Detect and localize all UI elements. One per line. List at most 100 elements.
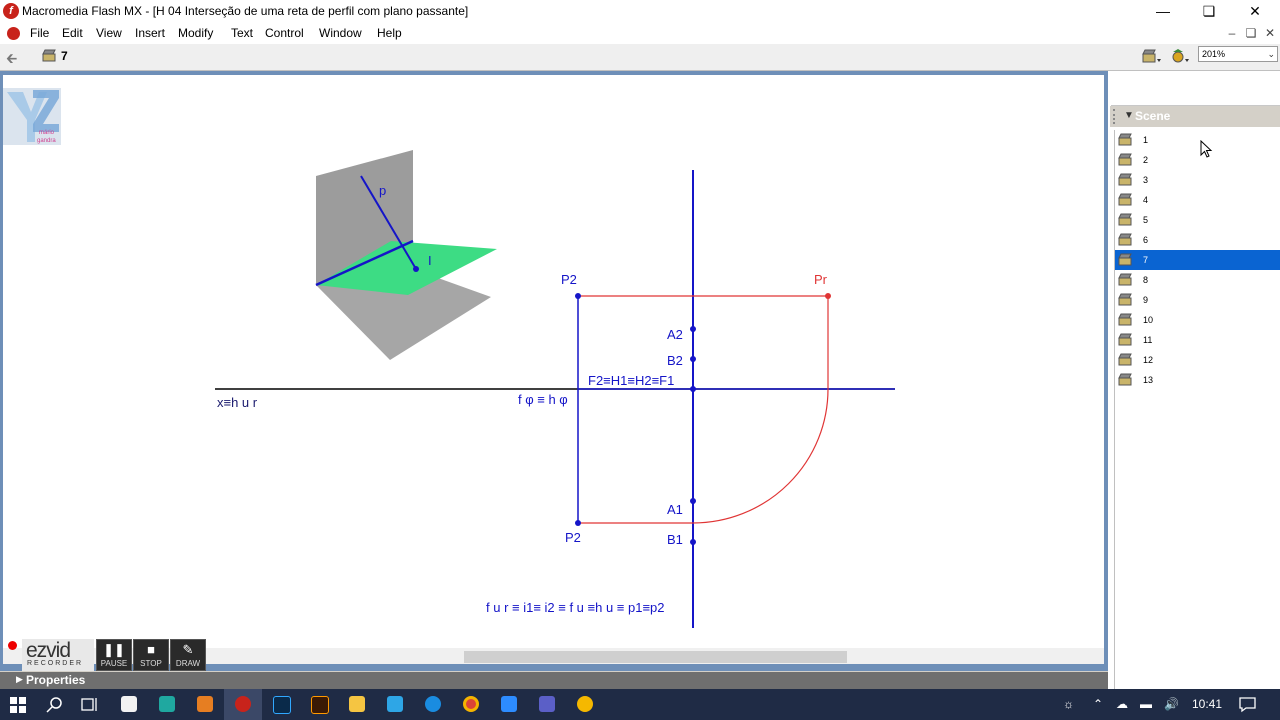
- notifications-icon[interactable]: [1239, 696, 1256, 713]
- clapper-icon: [1118, 133, 1132, 146]
- author-logo: mário gandra: [3, 88, 61, 145]
- clapper-icon: [1118, 293, 1132, 306]
- zoom-app-icon[interactable]: [501, 696, 517, 712]
- menu-file[interactable]: File: [30, 26, 49, 40]
- search-icon[interactable]: [46, 696, 63, 713]
- flash-app-icon: f: [3, 3, 19, 19]
- zoom-select[interactable]: 201% ⌄: [1198, 46, 1278, 62]
- doc-close-icon[interactable]: ✕: [1262, 26, 1278, 40]
- rebatement-arc: [692, 388, 829, 524]
- menu-insert[interactable]: Insert: [135, 26, 165, 40]
- menu-control[interactable]: Control: [265, 26, 304, 40]
- draw-label: DRAW: [175, 659, 201, 668]
- scene-item[interactable]: 2: [1115, 150, 1280, 170]
- label-fphi: f φ ≡ h φ: [518, 392, 568, 407]
- scene-item[interactable]: 10: [1115, 310, 1280, 330]
- panel-top-area: [1111, 75, 1280, 106]
- label-p: p: [379, 183, 386, 198]
- minimize-button[interactable]: —: [1140, 0, 1186, 23]
- scene-panel-header[interactable]: ▼ Scene: [1110, 106, 1280, 127]
- scene-item[interactable]: 5: [1115, 210, 1280, 230]
- point-f2: [690, 386, 696, 392]
- scene-item[interactable]: 9: [1115, 290, 1280, 310]
- scene-item[interactable]: 7: [1115, 250, 1280, 270]
- stage-canvas[interactable]: p I P2 Pr A2 B2 F2≡H1≡H2≡F1 x≡h u r f φ …: [3, 75, 1104, 648]
- scene-item[interactable]: 12: [1115, 350, 1280, 370]
- calculator-app-icon[interactable]: [159, 696, 175, 712]
- scene-item-label: 7: [1143, 255, 1149, 265]
- teams-app-icon[interactable]: [539, 696, 555, 712]
- scene-item[interactable]: 4: [1115, 190, 1280, 210]
- point-b2: [690, 356, 696, 362]
- app-icon-blue[interactable]: [387, 696, 403, 712]
- illustrator-icon[interactable]: [311, 696, 329, 714]
- scene-item[interactable]: 6: [1115, 230, 1280, 250]
- document-icon[interactable]: [7, 27, 20, 40]
- scene-item[interactable]: 3: [1115, 170, 1280, 190]
- back-arrow-icon[interactable]: 🡰: [6, 48, 17, 72]
- edit-symbols-icon[interactable]: [1170, 48, 1190, 64]
- close-button[interactable]: ✕: [1232, 0, 1278, 23]
- properties-panel-bar[interactable]: ▶ Properties: [0, 672, 1108, 689]
- point-a2: [690, 326, 696, 332]
- photoshop-icon[interactable]: [273, 696, 291, 714]
- scene-item[interactable]: 13: [1115, 370, 1280, 390]
- scene-item-label: 6: [1143, 235, 1149, 245]
- edit-scene-icon[interactable]: [1142, 48, 1162, 64]
- clapper-icon: [42, 49, 56, 62]
- doc-minimize-icon[interactable]: –: [1224, 26, 1240, 40]
- pause-button[interactable]: ❚❚ PAUSE: [96, 639, 132, 671]
- label-i: I: [428, 253, 432, 268]
- point-b1: [690, 539, 696, 545]
- file-explorer-icon[interactable]: [349, 696, 365, 712]
- windows-start-icon[interactable]: [10, 697, 26, 713]
- store-icon[interactable]: [121, 696, 137, 712]
- menu-view[interactable]: View: [96, 26, 122, 40]
- draw-button[interactable]: ✎ DRAW: [170, 639, 206, 671]
- label-p2-top: P2: [561, 272, 577, 287]
- label-b1: B1: [667, 532, 683, 547]
- flash-taskbar-icon[interactable]: [235, 696, 251, 712]
- menu-window[interactable]: Window: [319, 26, 362, 40]
- cloud-icon[interactable]: ☁: [1116, 697, 1128, 711]
- menu-text[interactable]: Text: [231, 26, 253, 40]
- label-bottom-equation: f u r ≡ i1≡ i2 ≡ f u ≡h u ≡ p1≡p2: [486, 600, 664, 615]
- clapper-icon: [1118, 333, 1132, 346]
- stop-label: STOP: [140, 659, 162, 668]
- people-icon[interactable]: ☼: [1063, 697, 1074, 711]
- point-pr: [825, 293, 831, 299]
- chrome-browser-icon[interactable]: [463, 696, 479, 712]
- menu-edit[interactable]: Edit: [62, 26, 83, 40]
- expand-triangle-icon[interactable]: ▶: [16, 674, 23, 685]
- restore-button[interactable]: ❏: [1186, 0, 1232, 23]
- scene-item[interactable]: 1: [1115, 130, 1280, 150]
- chevron-up-icon[interactable]: ⌃: [1093, 697, 1103, 711]
- battery-icon[interactable]: ▬: [1140, 697, 1152, 711]
- stop-button[interactable]: ■ STOP: [133, 639, 169, 671]
- menu-help[interactable]: Help: [377, 26, 402, 40]
- scene-item-label: 2: [1143, 155, 1149, 165]
- panel-grip-icon[interactable]: [1113, 109, 1120, 124]
- xyz-logo-icon: mário gandra: [7, 90, 59, 144]
- volume-icon[interactable]: 🔊: [1164, 697, 1179, 711]
- label-p2-bottom: P2: [565, 530, 581, 545]
- office-app-icon[interactable]: [197, 696, 213, 712]
- doc-restore-icon[interactable]: ❏: [1243, 26, 1259, 40]
- scene-item[interactable]: 8: [1115, 270, 1280, 290]
- pause-label: PAUSE: [100, 659, 128, 668]
- scrollbar-thumb[interactable]: [464, 651, 847, 663]
- edit-bar: 🡰 7: [0, 44, 1280, 71]
- taskbar-clock[interactable]: 10:41: [1192, 697, 1222, 711]
- scene-item[interactable]: 11: [1115, 330, 1280, 350]
- collapse-triangle-icon[interactable]: ▼: [1124, 110, 1134, 121]
- windows-taskbar: ☼ ⌃ ☁ ▬ 🔊 10:41: [0, 689, 1280, 720]
- task-view-icon[interactable]: [81, 696, 98, 713]
- menu-modify[interactable]: Modify: [178, 26, 213, 40]
- label-b2: B2: [667, 353, 683, 368]
- clapper-icon: [1118, 353, 1132, 366]
- minimize-icon: —: [1156, 3, 1170, 19]
- clapper-icon: [1118, 373, 1132, 386]
- scene-item-label: 10: [1143, 315, 1154, 325]
- media-player-icon[interactable]: [577, 696, 593, 712]
- edge-browser-icon[interactable]: [425, 696, 441, 712]
